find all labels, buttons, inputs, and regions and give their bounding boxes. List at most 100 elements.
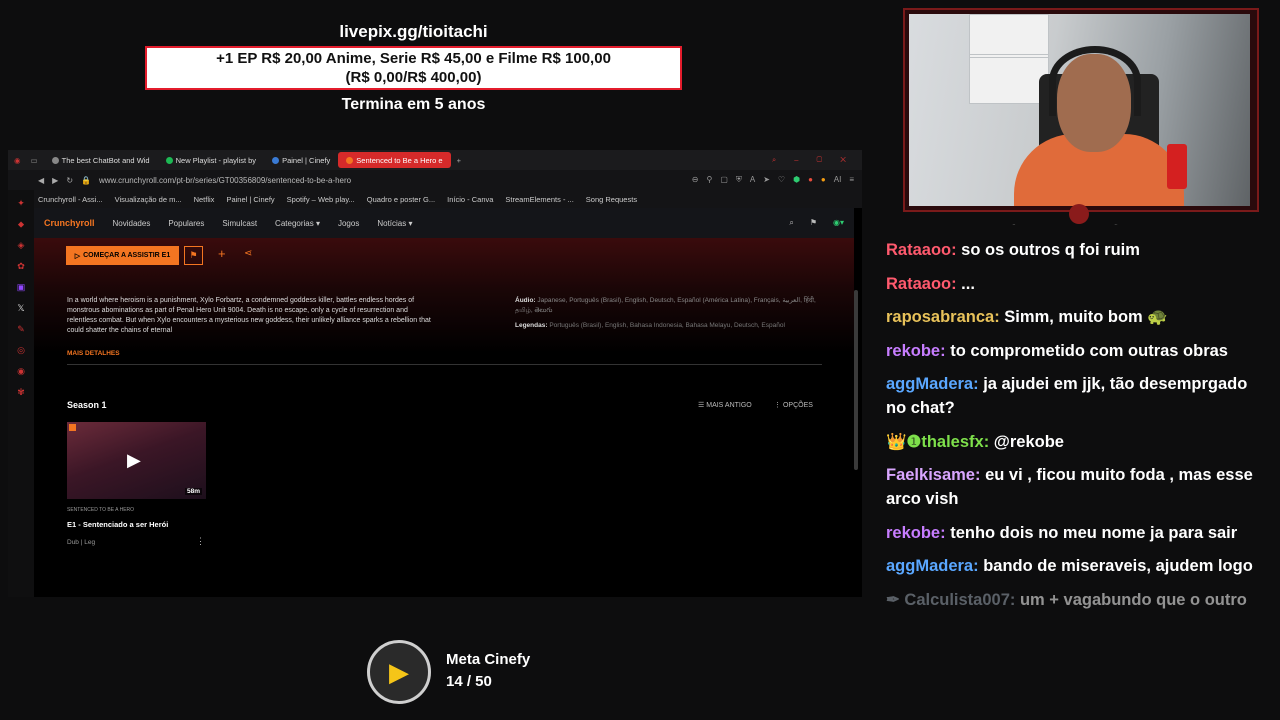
bookmark-item[interactable]: Quadro e poster G... [367,195,435,204]
avatar[interactable]: ◉▾ [833,218,844,228]
energy-drink-can [1167,144,1187,189]
zoom-icon[interactable]: ⊖ [692,175,699,185]
chat-username[interactable]: Rataaoo: [886,241,957,259]
bookmark-item[interactable]: Song Requests [586,195,637,204]
url-field[interactable]: www.crunchyroll.com/pt-br/series/GT00356… [99,176,684,185]
heart-icon[interactable]: ♡ [778,175,785,185]
sidebar-icon[interactable]: ◎ [17,345,25,356]
bookmark-item[interactable]: Visualização de m... [115,195,182,204]
episode-series-name[interactable]: SENTENCED TO BE A HERO [67,507,134,513]
sort-button[interactable]: ☰ MAIS ANTIGO [698,401,752,409]
share-icon[interactable]: ⋖ [244,248,252,259]
screenshot-icon[interactable]: ▢ [720,175,728,185]
new-tab-icon[interactable]: + [457,156,461,165]
nav-populares[interactable]: Populares [168,219,204,228]
twitch-icon[interactable]: ▣ [17,282,26,293]
pin-icon[interactable]: ⚲ [706,175,712,185]
sidebar-icon[interactable]: ◉ [17,366,25,377]
tab-cinefy[interactable]: Painel | Cinefy [264,152,338,168]
chat-message: Rataaoo: so os outros q foi ruim [878,238,1270,262]
chat-username[interactable]: rekobe: [886,524,946,542]
translate-icon[interactable]: A [750,175,755,185]
bookmark-item[interactable]: Painel | Cinefy [226,195,274,204]
address-bar: ◀ ▶ ↻ 🔒 www.crunchyroll.com/pt-br/series… [8,170,862,190]
chat-text: to comprometido com outras obras [945,341,1228,360]
extension-icon[interactable]: ● [821,175,826,185]
chat-text: um + vagabundo que o outro [1015,590,1247,609]
nav-noticias[interactable]: Notícias ▾ [377,219,412,228]
bookmark-item[interactable]: Crunchyroll - Assi... [38,195,103,204]
start-watching-button[interactable]: ▷ COMEÇAR A ASSISTIR E1 [66,246,179,265]
bookmark-icon[interactable]: ⚑ [810,218,817,228]
sidebar-bookmark-icon[interactable]: ⬥ [18,219,24,230]
bookmark-item[interactable]: Spotify – Web play... [287,195,355,204]
donation-goal-line2: (R$ 0,00/R$ 400,00) [345,69,482,86]
chevron-down-icon: ▾ [315,218,320,228]
chat-message: rekobe: tenho dois no meu nome ja para s… [878,521,1270,545]
back-icon[interactable]: ◀ [38,176,44,185]
chat-panel: Rataaoo: esse ep teve animação Rataaoo: s… [878,224,1270,720]
nav-simulcast[interactable]: Simulcast [222,219,257,228]
episode-thumbnail[interactable]: ▶ 58m [67,422,206,499]
chat-message: aggMadera: bando de miseraveis, ajudem l… [878,554,1270,578]
search-icon[interactable]: ⌕ [789,218,793,228]
sidebar-history-icon[interactable]: ◈ [18,240,25,251]
add-to-watchlist-button[interactable]: ⚑ [184,246,203,265]
extension-icon[interactable]: ● [808,175,813,185]
tab-label: Sentenced to Be a Hero e [356,155,443,165]
more-vertical-icon[interactable]: ⋮ [196,536,205,547]
chat-username[interactable]: ✒ Calculista007: [886,591,1015,609]
chat-username[interactable]: aggMadera: [886,375,979,393]
chat-username[interactable]: Rataaoo: [886,275,957,293]
chat-username[interactable]: raposabranca: [886,308,1000,326]
chat-message: Rataaoo: ... [878,272,1270,296]
options-button[interactable]: ⋮ OPÇÕES [774,401,813,409]
bookmark-item[interactable]: Início - Canva [447,195,493,204]
tab-label: The best ChatBot and Wid [61,155,150,165]
more-vertical-icon: ⋮ [774,402,781,409]
nav-jogos[interactable]: Jogos [338,219,359,228]
more-details-link[interactable]: MAIS DETALHES [67,350,120,357]
bookmark-item[interactable]: Netflix [194,195,215,204]
tab-chatbot[interactable]: The best ChatBot and Wid [44,152,158,168]
tab-bar: ◉ ▭ The best ChatBot and Wid New Playlis… [8,150,862,170]
reload-icon[interactable]: ↻ [66,176,73,185]
sidebar-icon[interactable]: ✾ [17,387,25,398]
tab-playlist[interactable]: New Playlist - playlist by [158,152,264,168]
shelf [969,14,1049,104]
bookmark-item[interactable]: StreamElements - ... [505,195,573,204]
chat-message: Rataaoo: esse ep teve animação [878,224,1270,228]
scrollbar[interactable] [854,290,858,470]
send-icon[interactable]: ➤ [763,175,770,185]
chat-username[interactable]: 👑❶thalesfx: [886,433,989,451]
tab-list-icon[interactable]: ▭ [31,156,38,165]
nav-categorias[interactable]: Categorias ▾ [275,219,320,228]
chat-username[interactable]: Faelkisame: [886,466,980,484]
chat-username[interactable]: Rataaoo: [886,224,957,225]
x-icon[interactable]: 𝕏 [17,303,24,314]
episode-duration: 58m [184,488,202,495]
bookmarks-bar: Crunchyroll - Assi... Visualização de m.… [8,190,862,208]
play-cloud-icon: ▶ [389,656,409,687]
headset [1049,46,1141,116]
extension-icon[interactable]: ⬢ [793,175,800,185]
crunchyroll-logo[interactable]: Crunchyroll [44,218,95,228]
chat-username[interactable]: aggMadera: [886,557,979,575]
shield-icon[interactable]: ⛨ [736,175,742,185]
menu-icon[interactable]: ≡ [849,175,854,185]
sidebar-icon[interactable]: ✎ [17,324,25,335]
chat-username[interactable]: rekobe: [886,342,946,360]
episode-title[interactable]: E1 - Sentenciado a ser Herói [67,520,168,529]
ai-icon[interactable]: AI [834,175,842,185]
forward-icon[interactable]: ▶ [52,176,58,185]
sidebar-home-icon[interactable]: ✦ [17,198,25,209]
nav-novidades[interactable]: Novidades [113,219,151,228]
meta-count: 14 / 50 [446,673,492,690]
tab-favicon-icon [51,156,59,164]
sidebar-settings-icon[interactable]: ✿ [17,261,25,272]
subtitles-label: Legendas: [515,322,548,329]
add-to-list-icon[interactable]: + [218,246,226,261]
crunchyroll-icon [346,156,354,164]
browser-menu-icon[interactable]: ◉ [14,156,21,165]
tab-crunchyroll[interactable]: Sentenced to Be a Hero e [338,152,451,168]
